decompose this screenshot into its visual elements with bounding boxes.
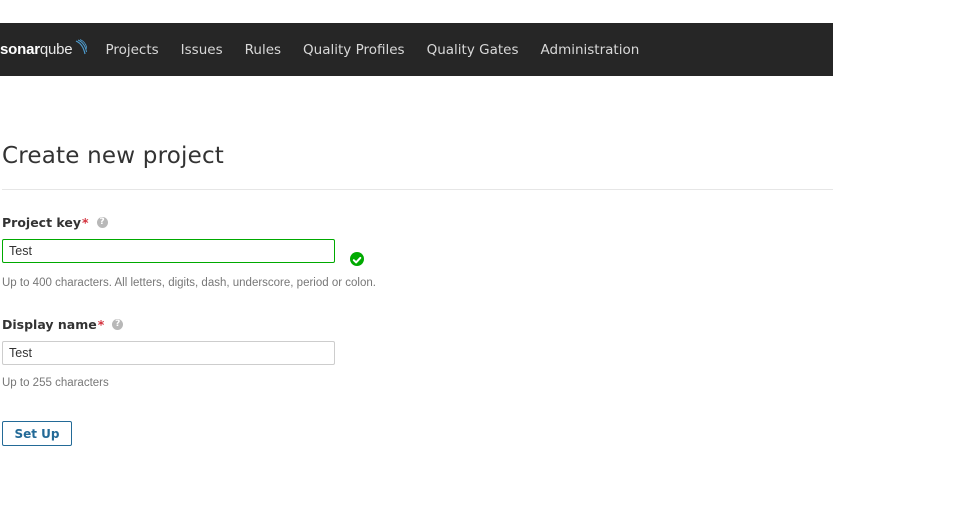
top-navbar: sonar qube Projects Issues Rules Quality … xyxy=(0,23,833,76)
sonarqube-logo[interactable]: sonar qube xyxy=(0,23,88,76)
logo-text-light: qube xyxy=(39,41,73,58)
nav-item-administration[interactable]: Administration xyxy=(541,42,640,58)
required-mark: * xyxy=(97,317,105,332)
nav-item-quality-gates[interactable]: Quality Gates xyxy=(427,42,519,58)
display-name-hint: Up to 255 characters xyxy=(2,377,109,389)
display-name-label: Display name * ? xyxy=(2,317,124,332)
required-mark: * xyxy=(82,215,89,230)
title-divider xyxy=(2,189,833,190)
help-icon[interactable]: ? xyxy=(112,319,124,330)
logo-text-bold: sonar xyxy=(0,41,40,58)
nav-item-quality-profiles[interactable]: Quality Profiles xyxy=(303,42,405,58)
nav-item-rules[interactable]: Rules xyxy=(245,42,281,58)
project-key-input[interactable] xyxy=(2,239,335,263)
valid-check-icon xyxy=(350,252,364,266)
page-title: Create new project xyxy=(2,143,225,169)
project-key-label-text: Project key xyxy=(2,215,82,230)
project-key-label: Project key * ? xyxy=(2,215,108,230)
logo-waves-icon xyxy=(76,38,88,54)
project-key-hint: Up to 400 characters. All letters, digit… xyxy=(2,277,376,289)
help-icon[interactable]: ? xyxy=(96,217,108,228)
nav-menu: Projects Issues Rules Quality Profiles Q… xyxy=(105,42,661,58)
nav-item-issues[interactable]: Issues xyxy=(181,42,223,58)
display-name-input[interactable] xyxy=(2,341,335,365)
set-up-button[interactable]: Set Up xyxy=(2,421,72,446)
display-name-label-text: Display name xyxy=(2,317,97,332)
nav-item-projects[interactable]: Projects xyxy=(105,42,158,58)
